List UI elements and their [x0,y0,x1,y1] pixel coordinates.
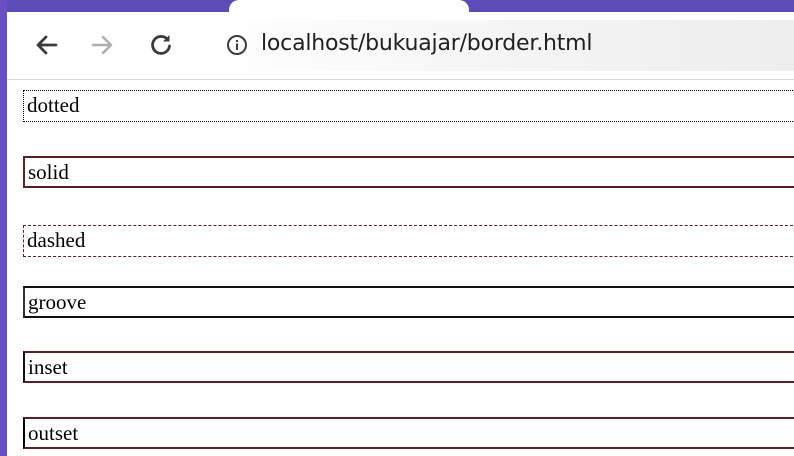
address-bar[interactable]: localhost/bukuajar/border.html [202,20,794,71]
active-tab[interactable] [229,0,469,12]
back-arrow-icon [36,35,58,55]
outset-border-box: outset [23,417,794,449]
dotted-border-box: dotted [23,90,794,122]
page-content: dotted solid dashed groove inset outset [7,80,794,456]
tab-strip [7,0,794,12]
dashed-border-box: dashed [23,225,794,257]
window-edge-accent [0,0,7,456]
reload-icon [151,35,171,55]
inset-border-box: inset [23,351,794,383]
back-button[interactable] [30,28,64,62]
info-icon[interactable] [226,34,248,56]
browser-toolbar: localhost/bukuajar/border.html [7,12,794,80]
groove-border-box: groove [23,286,794,318]
forward-button[interactable] [85,28,119,62]
solid-border-box: solid [23,156,794,188]
forward-arrow-icon [91,35,113,55]
address-bar-url[interactable]: localhost/bukuajar/border.html [261,31,593,56]
reload-button[interactable] [144,28,178,62]
browser-window: localhost/bukuajar/border.html dotted so… [0,0,794,456]
